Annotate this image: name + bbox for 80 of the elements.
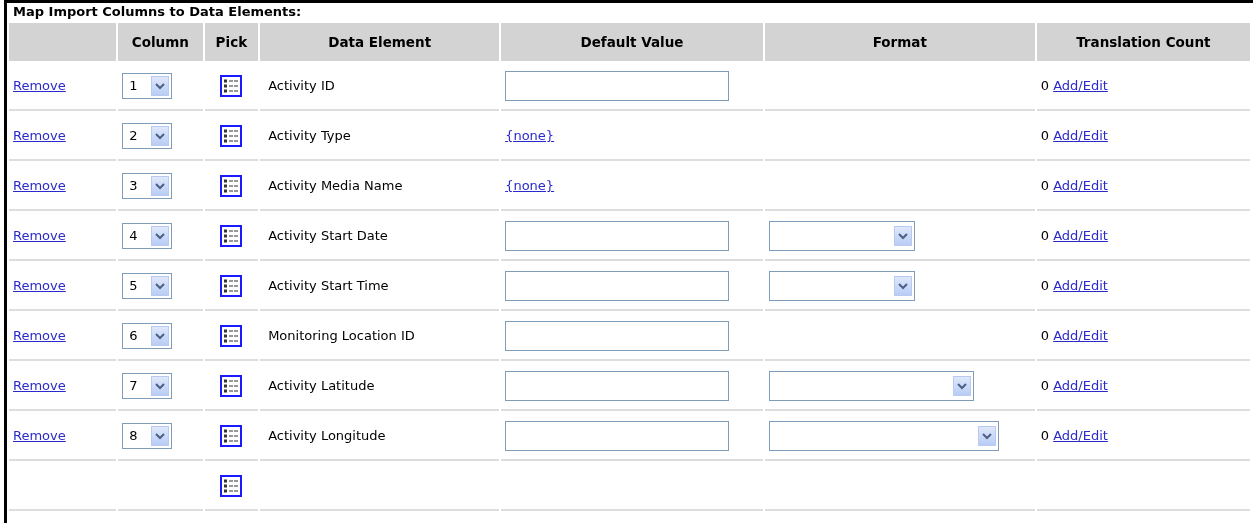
chevron-down-icon [151,276,170,296]
data-element-label: Activity Start Date [260,213,500,261]
translation-count: 0 [1040,278,1049,294]
add-edit-link[interactable]: Add/Edit [1053,278,1108,294]
list-icon[interactable] [220,125,243,147]
default-value-field[interactable] [505,371,730,401]
format-select[interactable] [768,271,915,301]
column-select[interactable]: 6 [122,323,173,349]
add-edit-link[interactable]: Add/Edit [1053,378,1108,394]
add-edit-link[interactable]: Add/Edit [1053,428,1108,444]
chevron-down-icon [151,76,170,96]
list-icon[interactable] [220,475,243,497]
list-icon[interactable] [220,225,243,247]
chevron-down-icon [952,376,971,396]
default-value-field[interactable] [505,71,730,101]
data-element-label: Activity Type [260,113,500,161]
add-edit-link[interactable]: Add/Edit [1053,178,1108,194]
column-select[interactable]: 1 [122,73,173,99]
format-select[interactable] [768,221,915,251]
add-edit-link[interactable]: Add/Edit [1053,228,1108,244]
column-select[interactable]: 8 [122,423,173,449]
data-element-label: Activity Longitude [260,413,500,461]
column-header: Format [764,23,1035,61]
chevron-down-icon [151,426,170,446]
format-select[interactable] [768,421,999,451]
chevron-down-icon [151,226,170,246]
list-icon[interactable] [220,325,243,347]
translation-count: 0 [1040,178,1049,194]
chevron-down-icon [893,226,912,246]
chevron-down-icon [151,176,170,196]
chevron-down-icon [151,376,170,396]
chevron-down-icon [151,126,170,146]
default-value-field[interactable] [505,221,730,251]
add-edit-link[interactable]: Add/Edit [1053,78,1108,94]
column-select[interactable]: 5 [122,273,173,299]
data-element-label: Activity Media Name [260,163,500,211]
column-header: Translation Count [1036,23,1250,61]
column-header: Column [118,23,203,61]
data-element-label: Monitoring Location ID [260,313,500,361]
translation-count: 0 [1040,78,1049,94]
translation-count: 0 [1040,428,1049,444]
remove-link[interactable]: Remove [13,428,66,444]
remove-link[interactable]: Remove [13,178,66,194]
chevron-down-icon [151,326,170,346]
list-icon[interactable] [220,375,243,397]
data-element-label: Activity ID [260,63,500,111]
list-icon[interactable] [220,275,243,297]
default-value-field[interactable] [505,421,730,451]
default-value-field[interactable] [505,271,730,301]
column-select[interactable]: 4 [122,223,173,249]
remove-link[interactable]: Remove [13,78,66,94]
column-select[interactable]: 3 [122,173,173,199]
section-title: Map Import Columns to Data Elements: [12,3,303,21]
translation-count: 0 [1040,128,1049,144]
default-value-link[interactable]: {none} [505,128,555,144]
remove-link[interactable]: Remove [13,228,66,244]
column-header: Default Value [501,23,763,61]
column-select[interactable]: 7 [122,373,173,399]
data-element-label: Activity Latitude [260,363,500,411]
data-element-label: Activity Start Time [260,263,500,311]
column-header: Data Element [260,23,500,61]
list-icon[interactable] [220,425,243,447]
translation-count: 0 [1040,378,1049,394]
list-icon[interactable] [220,175,243,197]
column-header: Pick [204,23,259,61]
remove-link[interactable]: Remove [13,378,66,394]
remove-link[interactable]: Remove [13,328,66,344]
translation-count: 0 [1040,228,1049,244]
default-value-link[interactable]: {none} [505,178,555,194]
remove-link[interactable]: Remove [13,128,66,144]
chevron-down-icon [977,426,996,446]
add-edit-link[interactable]: Add/Edit [1053,128,1108,144]
format-select[interactable] [768,371,974,401]
remove-link[interactable]: Remove [13,278,66,294]
column-select[interactable]: 2 [122,123,173,149]
chevron-down-icon [893,276,912,296]
list-icon[interactable] [220,75,243,97]
default-value-field[interactable] [505,321,730,351]
add-edit-link[interactable]: Add/Edit [1053,328,1108,344]
translation-count: 0 [1040,328,1049,344]
